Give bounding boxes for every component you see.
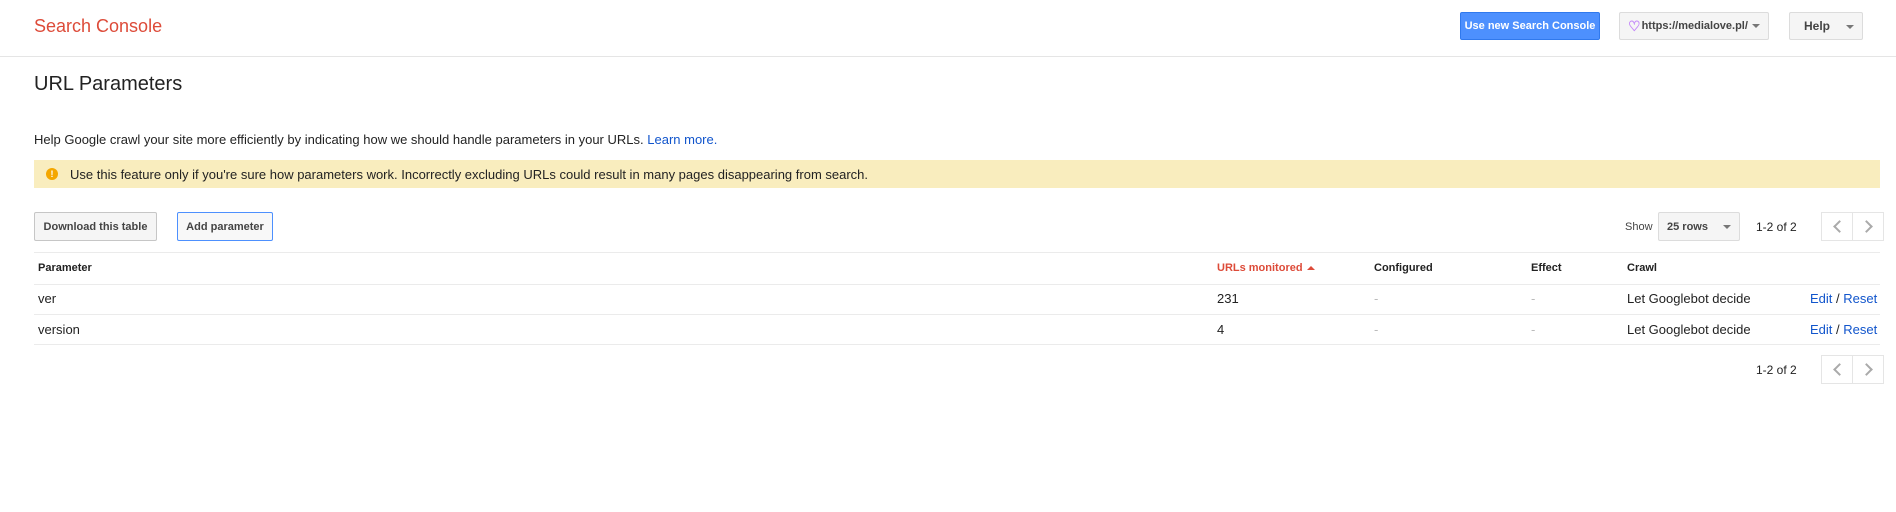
row-divider [34,314,1880,315]
warning-text: Use this feature only if you're sure how… [70,166,869,182]
chevron-left-icon [1832,363,1846,376]
effect-cell: - [1531,322,1536,337]
add-parameter-button[interactable]: Add parameter [177,212,273,241]
warning-banner: ! Use this feature only if you're sure h… [34,160,1880,188]
header-divider [34,284,1880,285]
column-header-parameter[interactable]: Parameter [38,262,92,274]
next-page-button-bottom[interactable] [1852,355,1884,384]
rows-per-page-value: 25 rows [1667,220,1708,233]
caret-down-icon [1723,225,1731,229]
column-header-crawl[interactable]: Crawl [1627,262,1657,274]
use-new-search-console-button[interactable]: Use new Search Console [1460,12,1600,40]
intro-text: Help Google crawl your site more efficie… [34,132,717,147]
download-table-button[interactable]: Download this table [34,212,157,241]
help-button[interactable]: Help [1789,12,1863,40]
caret-down-icon [1752,24,1760,28]
effect-cell: - [1531,291,1536,306]
warning-icon: ! [46,168,58,180]
page-title: URL Parameters [34,73,183,95]
urls-monitored-cell: 231 [1217,291,1239,306]
intro-description: Help Google crawl your site more efficie… [34,132,644,147]
column-header-configured[interactable]: Configured [1374,262,1433,274]
column-header-effect[interactable]: Effect [1531,262,1562,274]
chevron-right-icon [1859,220,1873,233]
row-actions: Edit / Reset [1810,291,1877,306]
edit-link[interactable]: Edit [1810,322,1832,337]
pager-count-bottom: 1-2 of 2 [1756,363,1797,377]
app-logo[interactable]: Search Console [34,16,162,37]
chevron-right-icon [1859,363,1873,376]
parameter-cell: ver [38,291,57,306]
column-header-urls-monitored[interactable]: URLs monitored [1217,262,1315,274]
rows-per-page-select[interactable]: 25 rows [1658,212,1740,241]
crawl-cell: Let Googlebot decide [1627,291,1751,306]
show-label: Show [1625,221,1653,233]
parameter-cell: version [38,322,80,337]
urls-monitored-cell: 4 [1217,322,1225,337]
action-separator: / [1836,322,1840,337]
row-actions: Edit / Reset [1810,322,1877,337]
row-divider [34,344,1880,345]
help-label: Help [1804,19,1831,33]
property-url: https://medialove.pl/ [1641,20,1748,32]
configured-cell: - [1374,291,1379,306]
reset-link[interactable]: Reset [1843,322,1877,337]
configured-cell: - [1374,322,1379,337]
prev-page-button-bottom[interactable] [1821,355,1853,384]
prev-page-button-top[interactable] [1821,212,1853,241]
learn-more-link[interactable]: Learn more. [647,132,717,147]
pager-count-top: 1-2 of 2 [1756,220,1797,234]
property-selector[interactable]: ♡ https://medialove.pl/ [1619,12,1769,40]
chevron-left-icon [1832,220,1846,233]
reset-link[interactable]: Reset [1843,291,1877,306]
edit-link[interactable]: Edit [1810,291,1832,306]
action-separator: / [1836,291,1840,306]
crawl-cell: Let Googlebot decide [1627,322,1751,337]
next-page-button-top[interactable] [1852,212,1884,241]
top-bar: Search Console Use new Search Console ♡ … [0,0,1896,57]
sort-ascending-icon [1306,266,1315,270]
caret-down-icon [1846,25,1854,29]
heart-icon: ♡ [1628,17,1641,34]
column-header-urls-label: URLs monitored [1217,262,1303,274]
table-top-border [34,252,1880,253]
